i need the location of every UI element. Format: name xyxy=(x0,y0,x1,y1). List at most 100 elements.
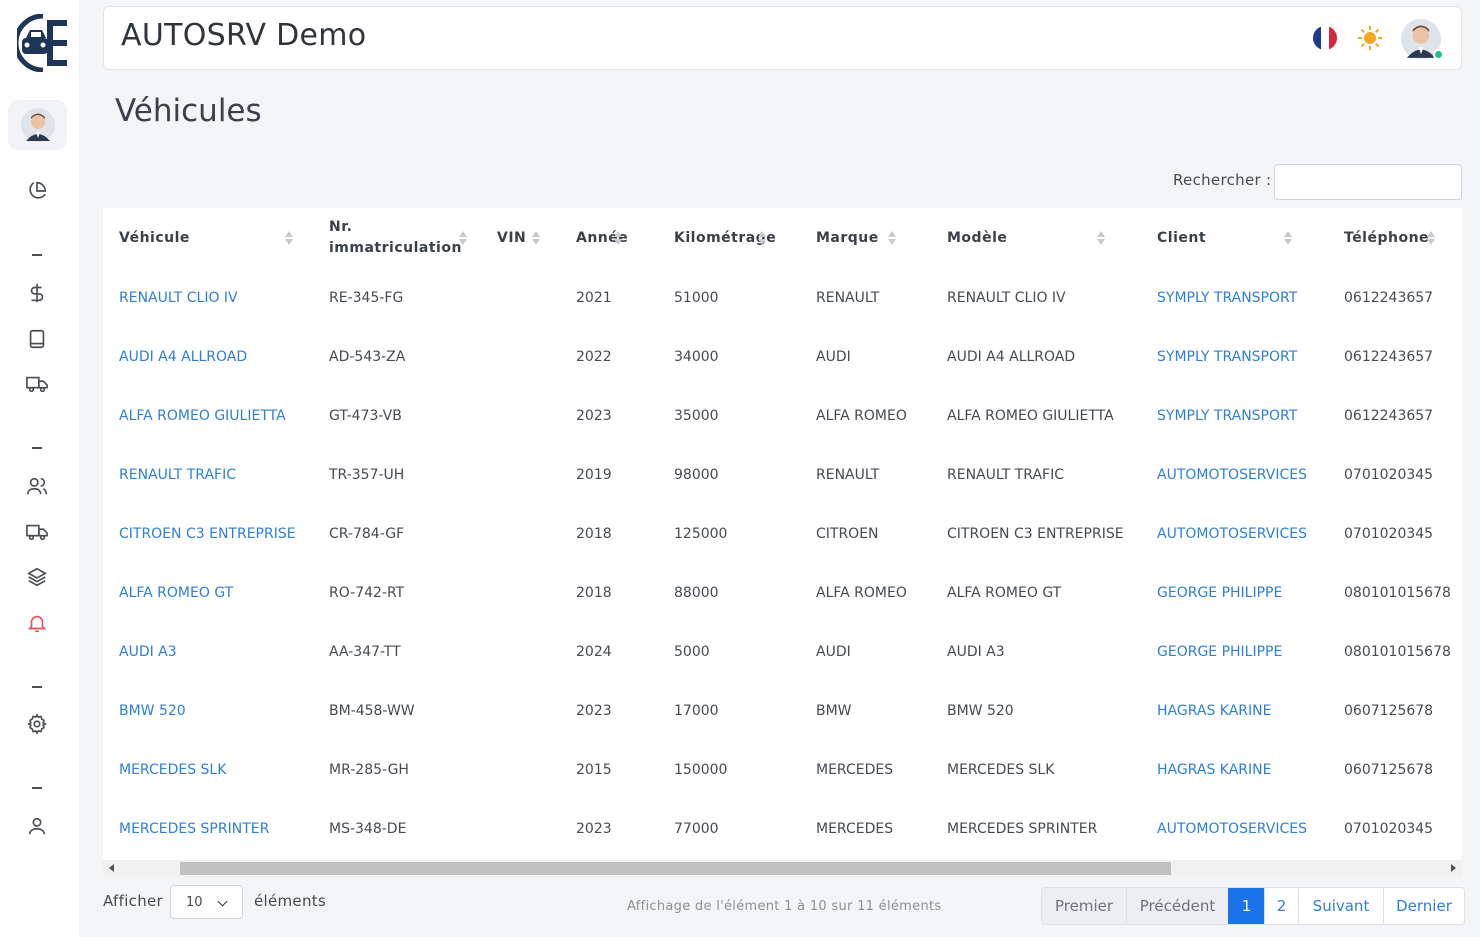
bell-icon[interactable] xyxy=(24,610,50,636)
registration-cell: AA-347-TT xyxy=(329,643,401,660)
client-link[interactable]: GEORGE PHILIPPE xyxy=(1141,622,1328,681)
scroll-left-arrow-icon[interactable] xyxy=(109,864,114,872)
search-input[interactable] xyxy=(1274,164,1462,200)
vehicle-link[interactable]: AUDI A3 xyxy=(103,622,313,681)
sort-icon xyxy=(1427,229,1435,247)
users-icon[interactable] xyxy=(24,473,50,499)
horizontal-scrollbar[interactable] xyxy=(103,860,1462,877)
vin-cell xyxy=(481,504,560,563)
vehicle-link[interactable]: MERCEDES SPRINTER xyxy=(103,799,313,858)
brand-cell: ALFA ROMEO xyxy=(816,407,907,424)
year-cell: 2015 xyxy=(576,761,612,778)
client-link[interactable]: SYMPLY TRANSPORT xyxy=(1141,386,1328,445)
page-length-select[interactable]: 10 xyxy=(170,885,243,919)
page-2-button[interactable]: 2 xyxy=(1264,888,1298,924)
vin-cell xyxy=(481,327,560,386)
phone-cell: 080101015678 xyxy=(1344,584,1451,601)
client-link[interactable]: SYMPLY TRANSPORT xyxy=(1141,268,1328,327)
sun-icon[interactable] xyxy=(1357,25,1383,51)
vehicle-link[interactable]: CITROEN C3 ENTREPRISE xyxy=(103,504,313,563)
registration-cell: RE-345-FG xyxy=(329,289,404,306)
registration-cell: RO-742-RT xyxy=(329,584,405,601)
user-icon[interactable] xyxy=(24,813,50,839)
column-header[interactable]: Téléphone xyxy=(1328,208,1462,268)
brand-cell: MERCEDES xyxy=(816,761,894,778)
column-header[interactable]: Client xyxy=(1141,208,1328,268)
phone-cell: 0607125678 xyxy=(1344,702,1434,719)
client-link[interactable]: GEORGE PHILIPPE xyxy=(1141,563,1328,622)
dollar-icon[interactable] xyxy=(24,280,50,306)
sidebar-profile-avatar[interactable] xyxy=(8,100,67,150)
next-page-button[interactable]: Suivant xyxy=(1298,888,1383,924)
gear-icon[interactable] xyxy=(24,711,50,737)
brand-cell: ALFA ROMEO xyxy=(816,584,907,601)
truck-icon[interactable] xyxy=(24,371,50,397)
scroll-right-arrow-icon[interactable] xyxy=(1451,864,1456,872)
year-cell: 2022 xyxy=(576,348,612,365)
page-length-value: 10 xyxy=(186,894,203,910)
table-row: RENAULT TRAFIC TR-357-UH 2019 98000 RENAULT R… xyxy=(103,445,1462,504)
mileage-cell: 125000 xyxy=(674,525,728,542)
table-row: ALFA ROMEO GIULIETTA GT-473-VB 2023 35000 AL… xyxy=(103,386,1462,445)
vehicle-link[interactable]: MERCEDES SLK xyxy=(103,740,313,799)
column-header[interactable]: VIN xyxy=(481,208,560,268)
sort-icon xyxy=(459,229,467,247)
sort-icon xyxy=(888,229,896,247)
year-cell: 2023 xyxy=(576,820,612,837)
vin-cell xyxy=(481,681,560,740)
phone-cell: 0612243657 xyxy=(1344,407,1434,424)
truck-icon[interactable] xyxy=(24,519,50,545)
brand-cell: MERCEDES xyxy=(816,820,894,837)
avatar xyxy=(20,108,55,142)
mileage-cell: 88000 xyxy=(674,584,719,601)
brand-cell: AUDI xyxy=(816,348,851,365)
vehicle-link[interactable]: AUDI A4 ALLROAD xyxy=(103,327,313,386)
sidebar xyxy=(0,0,79,937)
vehicle-link[interactable]: ALFA ROMEO GIULIETTA xyxy=(103,386,313,445)
sort-icon xyxy=(614,229,622,247)
client-link[interactable]: AUTOMOTOSERVICES xyxy=(1141,504,1328,563)
column-header[interactable]: Véhicule xyxy=(103,208,313,268)
brand-cell: AUDI xyxy=(816,643,851,660)
column-header[interactable]: Nr. immatriculation xyxy=(313,208,481,268)
online-status-dot xyxy=(1433,49,1444,60)
vehicle-link[interactable]: RENAULT CLIO IV xyxy=(103,268,313,327)
page-1-button[interactable]: 1 xyxy=(1228,888,1264,924)
last-page-button[interactable]: Dernier xyxy=(1383,888,1464,924)
sidebar-divider xyxy=(32,686,42,688)
client-link[interactable]: HAGRAS KARINE xyxy=(1141,681,1328,740)
pie-chart-icon[interactable] xyxy=(24,178,50,204)
elements-label: éléments xyxy=(254,892,327,910)
vehicle-link[interactable]: ALFA ROMEO GT xyxy=(103,563,313,622)
table-row: AUDI A4 ALLROAD AD-543-ZA 2022 34000 AUDI AUD… xyxy=(103,327,1462,386)
column-header[interactable]: Modèle xyxy=(931,208,1141,268)
french-flag-icon[interactable] xyxy=(1313,26,1337,50)
book-icon[interactable] xyxy=(24,326,50,352)
vin-cell xyxy=(481,740,560,799)
client-link[interactable]: HAGRAS KARINE xyxy=(1141,740,1328,799)
column-header[interactable]: Kilométrage xyxy=(658,208,800,268)
sidebar-divider xyxy=(32,447,42,449)
client-link[interactable]: AUTOMOTOSERVICES xyxy=(1141,799,1328,858)
scrollbar-thumb[interactable] xyxy=(180,862,1171,875)
column-header[interactable]: Année xyxy=(560,208,658,268)
year-cell: 2023 xyxy=(576,407,612,424)
mileage-cell: 34000 xyxy=(674,348,719,365)
vehicle-link[interactable]: BMW 520 xyxy=(103,681,313,740)
client-link[interactable]: AUTOMOTOSERVICES xyxy=(1141,445,1328,504)
table-row: AUDI A3 AA-347-TT 2024 5000 AUDI AUDI A3 GEORG… xyxy=(103,622,1462,681)
table-row: MERCEDES SPRINTER MS-348-DE 2023 77000 MERCE… xyxy=(103,799,1462,858)
first-page-button[interactable]: Premier xyxy=(1042,888,1126,924)
app-logo[interactable] xyxy=(13,13,69,73)
layers-icon[interactable] xyxy=(24,564,50,590)
previous-page-button[interactable]: Précédent xyxy=(1126,888,1228,924)
pagination: Premier Précédent 1 2 Suivant Dernier xyxy=(1041,887,1465,925)
top-bar: AUTOSRV Demo xyxy=(103,6,1462,70)
column-header[interactable]: Marque xyxy=(800,208,931,268)
client-link[interactable]: SYMPLY TRANSPORT xyxy=(1141,327,1328,386)
user-avatar[interactable] xyxy=(1401,19,1444,60)
vehicle-link[interactable]: RENAULT TRAFIC xyxy=(103,445,313,504)
year-cell: 2021 xyxy=(576,289,612,306)
model-cell: AUDI A4 ALLROAD xyxy=(947,348,1076,365)
sort-icon xyxy=(1284,229,1292,247)
